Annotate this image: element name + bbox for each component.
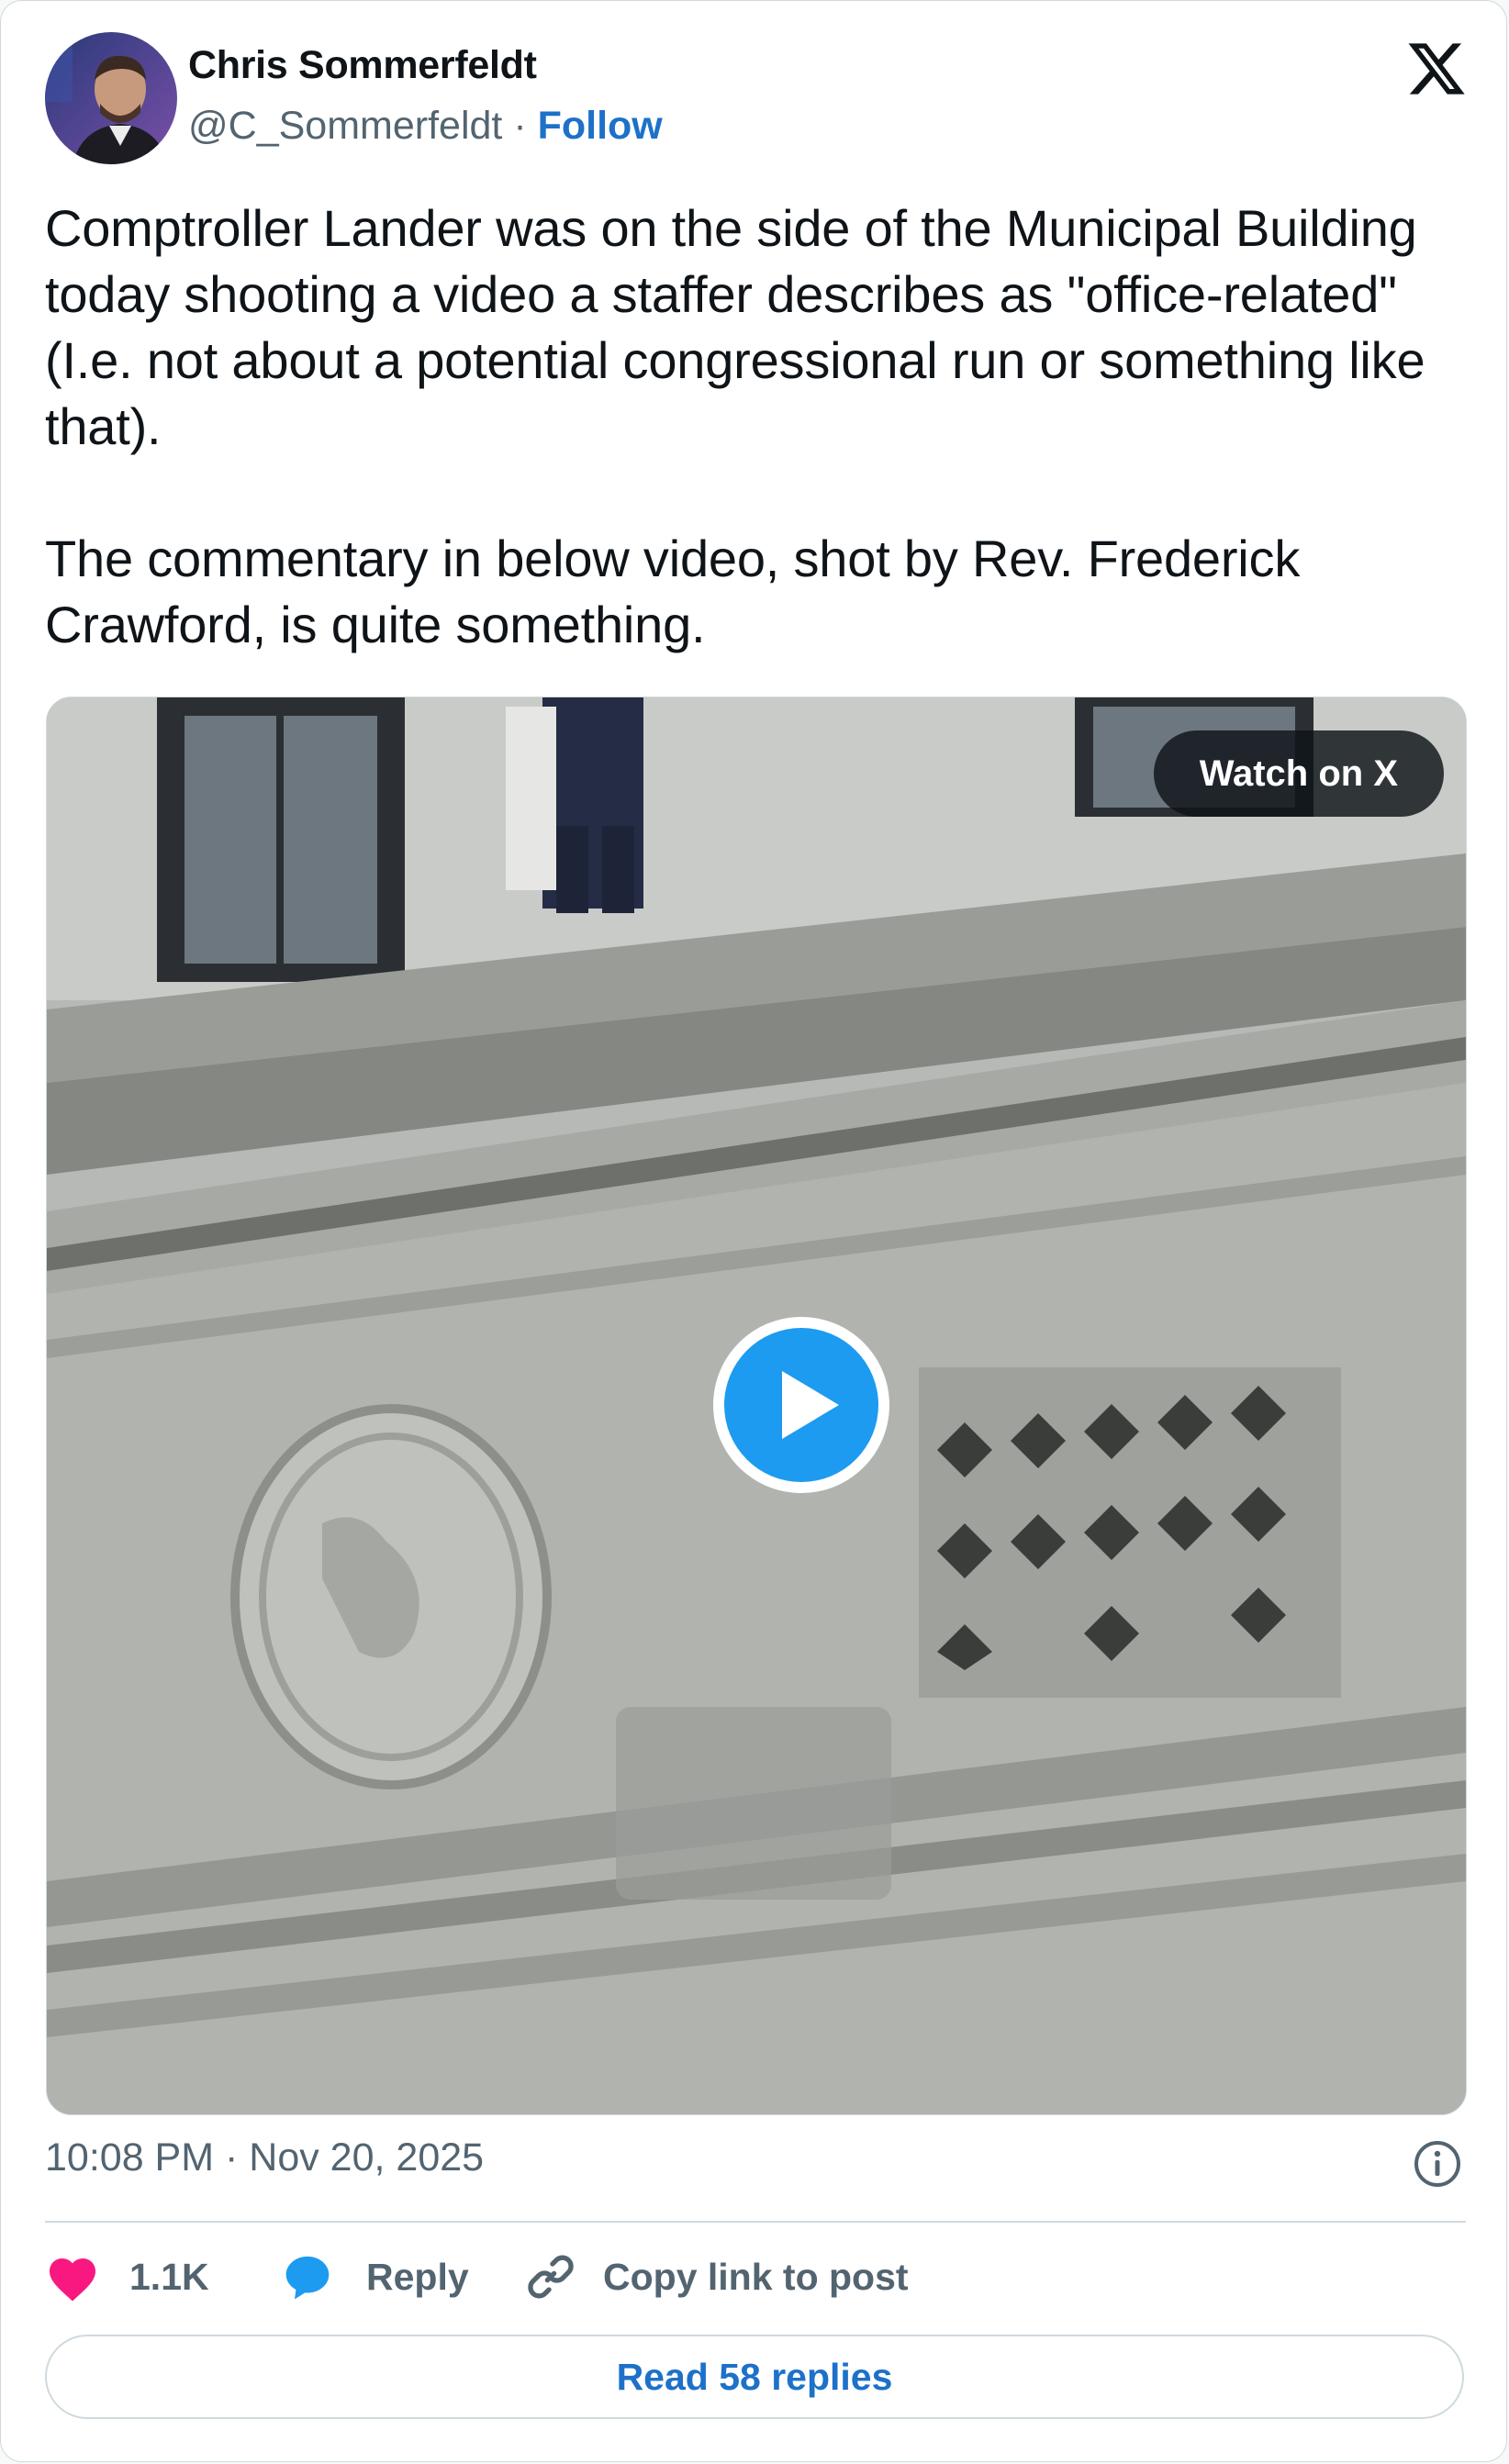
copy-link-label: Copy link to post <box>603 2255 909 2298</box>
copy-link-action[interactable]: Copy link to post <box>524 2240 909 2313</box>
post-timestamp[interactable]: 10:08 PM · Nov 20, 2025 <box>45 2135 484 2180</box>
embedded-post-card: Chris Sommerfeldt @C_Sommerfeldt · Follo… <box>0 0 1507 2462</box>
post-paragraph-1: Comptroller Lander was on the side of th… <box>45 199 1425 455</box>
author-name[interactable]: Chris Sommerfeldt <box>188 43 537 88</box>
like-action[interactable]: 1.1K <box>45 2240 229 2313</box>
x-logo-icon[interactable] <box>1405 38 1468 100</box>
meta-separator: · <box>513 104 527 148</box>
avatar[interactable] <box>45 32 177 164</box>
post-text: Comptroller Lander was on the side of th… <box>45 195 1466 658</box>
info-icon[interactable] <box>1413 2139 1462 2189</box>
divider <box>45 2221 1466 2223</box>
like-count: 1.1K <box>129 2255 209 2298</box>
link-icon <box>528 2255 574 2299</box>
heart-icon <box>50 2258 95 2302</box>
post-actions: 1.1K Reply Copy link to post <box>45 2240 1466 2313</box>
reply-label: Reply <box>366 2255 469 2298</box>
post-paragraph-2: The commentary in below video, shot by R… <box>45 530 1301 653</box>
author-meta: @C_Sommerfeldt · Follow <box>188 104 663 149</box>
post-header: Chris Sommerfeldt @C_Sommerfeldt · Follo… <box>45 32 1468 168</box>
play-icon[interactable] <box>710 1314 892 1496</box>
reply-bubble-icon <box>285 2256 330 2300</box>
author-handle[interactable]: @C_Sommerfeldt <box>188 104 502 148</box>
follow-link[interactable]: Follow <box>538 104 663 148</box>
read-replies-button[interactable]: Read 58 replies <box>45 2335 1464 2419</box>
video-media[interactable]: Watch on X <box>46 697 1467 2115</box>
reply-action[interactable]: Reply <box>282 2240 469 2313</box>
watch-on-x-button[interactable]: Watch on X <box>1153 730 1444 817</box>
